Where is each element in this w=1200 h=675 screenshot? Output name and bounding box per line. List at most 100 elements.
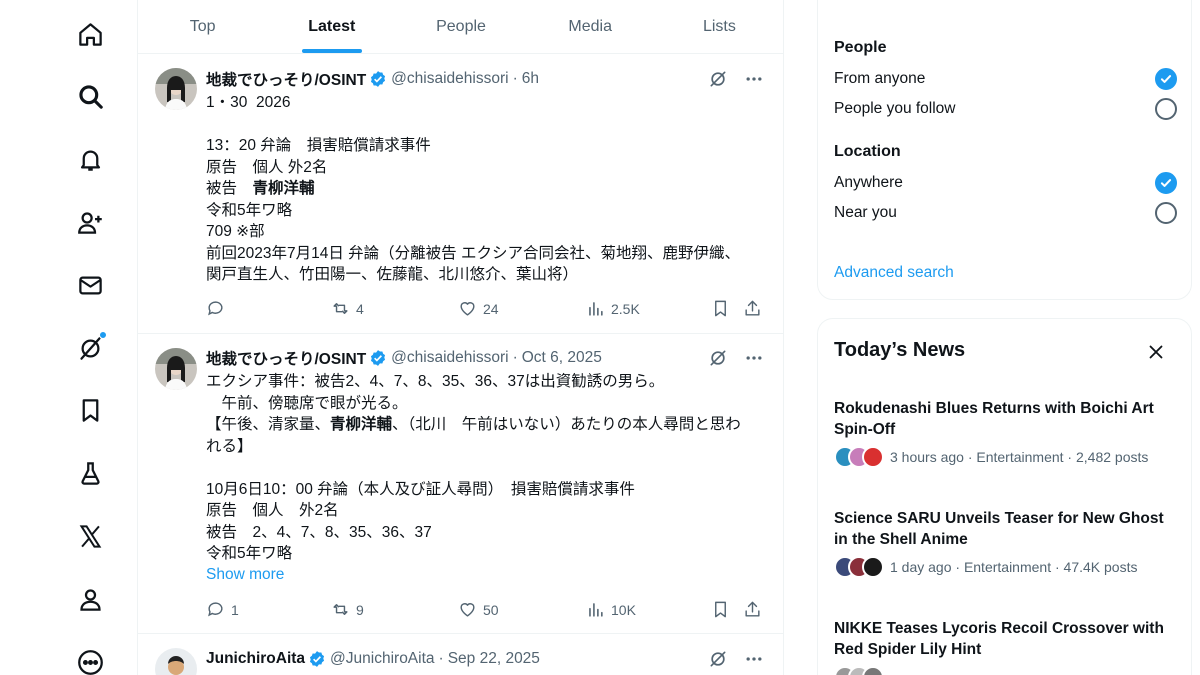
- more-dots-icon[interactable]: [744, 69, 764, 89]
- tab-media[interactable]: Media: [526, 0, 655, 53]
- more-dots-icon[interactable]: [744, 348, 764, 368]
- filter-near-you[interactable]: Near you: [834, 201, 1177, 225]
- post-line: 13：20 弁論 損害賠償請求事件: [206, 137, 431, 154]
- x-logo-icon[interactable]: [72, 518, 108, 554]
- verified-badge-icon: [371, 71, 386, 87]
- post-line: 1・30 2026: [206, 94, 291, 111]
- news-meta-text: 1 day ago · Entertainment · 47.4K posts: [890, 559, 1138, 575]
- location-filter-title: Location: [834, 143, 901, 160]
- radio-checked[interactable]: [1155, 172, 1177, 194]
- views-button[interactable]: 10K: [586, 600, 636, 619]
- more-options-circle-icon[interactable]: [72, 644, 108, 675]
- post-header: 地裁でひっそり/OSINT @chisaidehissori · Oct 6, …: [206, 347, 602, 369]
- post-line: 令和5年ワ略: [206, 201, 293, 219]
- news-headline: Rokudenashi Blues Returns with Boichi Ar…: [834, 400, 1154, 438]
- filter-from-anyone[interactable]: From anyone: [834, 67, 1177, 91]
- bookmark-button[interactable]: [711, 299, 730, 318]
- advanced-search-link[interactable]: Advanced search: [834, 264, 954, 282]
- radio-unchecked[interactable]: [1155, 98, 1177, 120]
- post[interactable]: 地裁でひっそり/OSINT @chisaidehissori · Oct 6, …: [138, 334, 783, 634]
- radio-checked[interactable]: [1155, 68, 1177, 90]
- author-name[interactable]: JunichiroAita: [206, 650, 305, 668]
- grok-explain-icon[interactable]: [708, 348, 728, 368]
- search-filters-card: People From anyone People you follow Loc…: [817, 0, 1192, 300]
- avatar[interactable]: [155, 348, 197, 390]
- post-line: エクシア事件：被告2、4、7、8、35、36、37は出資勧誘の男ら。: [206, 373, 665, 390]
- notifications-bell-icon[interactable]: [72, 141, 108, 177]
- tab-lists[interactable]: Lists: [655, 0, 783, 53]
- more-dots-icon[interactable]: [744, 649, 764, 669]
- tab-top[interactable]: Top: [138, 0, 267, 53]
- search-results-column: Top Latest People Media Lists 地裁でひっそり/OS…: [138, 0, 784, 675]
- repost-button[interactable]: 9: [331, 600, 364, 619]
- grok-icon[interactable]: [72, 330, 108, 366]
- author-name[interactable]: 地裁でひっそり/OSINT: [206, 347, 366, 369]
- news-item[interactable]: NIKKE Teases Lycoris Recoil Crossover wi…: [834, 618, 1179, 675]
- news-item[interactable]: Science SARU Unveils Teaser for New Ghos…: [834, 508, 1179, 578]
- share-button[interactable]: [743, 600, 762, 619]
- bookmark-button[interactable]: [711, 600, 730, 619]
- communities-add-person-icon[interactable]: [72, 204, 108, 240]
- news-item[interactable]: Rokudenashi Blues Returns with Boichi Ar…: [834, 398, 1179, 468]
- labs-flask-icon[interactable]: [72, 455, 108, 491]
- reply-button[interactable]: [206, 299, 231, 318]
- grok-explain-icon[interactable]: [708, 69, 728, 89]
- filter-people-you-follow[interactable]: People you follow: [834, 97, 1177, 121]
- left-nav: [0, 0, 138, 675]
- explore-search-icon[interactable]: [72, 78, 108, 114]
- news-meta: 3 hours ago · Entertainment · 2,482 post…: [834, 446, 1179, 468]
- tab-people[interactable]: People: [396, 0, 525, 53]
- radio-unchecked[interactable]: [1155, 202, 1177, 224]
- bookmarks-icon[interactable]: [72, 392, 108, 428]
- post-timestamp[interactable]: Sep 22, 2025: [448, 650, 540, 668]
- avatar[interactable]: [155, 648, 197, 675]
- view-count: 2.5K: [611, 300, 640, 317]
- author-handle[interactable]: @JunichiroAita: [330, 650, 434, 668]
- post-line: 原告 個人 外2名: [206, 502, 339, 519]
- separator-dot: ·: [512, 70, 518, 87]
- post-header: JunichiroAita @JunichiroAita · Sep 22, 2…: [206, 648, 540, 670]
- like-button[interactable]: 24: [458, 299, 499, 318]
- tab-media-label: Media: [568, 17, 612, 35]
- post-line: 関戸直生人、竹田陽一、佐藤龍、北川悠介、葉山将）: [206, 266, 579, 283]
- home-icon[interactable]: [72, 16, 108, 52]
- highlighted-name: 青柳洋輔: [330, 416, 393, 433]
- news-avatar: [862, 556, 884, 578]
- post-timestamp[interactable]: 6h: [522, 70, 539, 88]
- author-handle[interactable]: @chisaidehissori: [391, 349, 508, 367]
- post-line: ​: [206, 457, 771, 479]
- views-button[interactable]: 2.5K: [586, 299, 640, 318]
- author-handle[interactable]: @chisaidehissori: [391, 70, 508, 88]
- news-headline: NIKKE Teases Lycoris Recoil Crossover wi…: [834, 620, 1164, 658]
- news-title: Today’s News: [834, 339, 966, 361]
- filter-anywhere[interactable]: Anywhere: [834, 171, 1177, 195]
- news-headline: Science SARU Unveils Teaser for New Ghos…: [834, 510, 1164, 548]
- post[interactable]: JunichiroAita @JunichiroAita · Sep 22, 2…: [138, 634, 783, 675]
- checkmark-icon: [1160, 75, 1172, 83]
- tab-latest[interactable]: Latest: [267, 0, 396, 53]
- repost-button[interactable]: 4: [331, 299, 364, 318]
- like-count: 50: [483, 601, 499, 618]
- reply-button[interactable]: 1: [206, 600, 239, 619]
- news-avatar: [862, 666, 884, 675]
- post-top-actions: [708, 348, 764, 368]
- messages-envelope-icon[interactable]: [72, 267, 108, 303]
- like-count: 24: [483, 300, 499, 317]
- profile-person-icon[interactable]: [72, 581, 108, 617]
- checkmark-icon: [1160, 179, 1172, 187]
- author-name[interactable]: 地裁でひっそり/OSINT: [206, 68, 366, 90]
- news-avatar-stack: [834, 666, 884, 675]
- close-icon[interactable]: [1145, 341, 1167, 363]
- post-timestamp[interactable]: Oct 6, 2025: [522, 349, 602, 367]
- show-more-link[interactable]: Show more: [206, 566, 284, 584]
- search-tabs: Top Latest People Media Lists: [138, 0, 783, 54]
- news-meta: [834, 666, 1179, 675]
- post-text: エクシア事件：被告2、4、7、8、35、36、37は出資勧誘の男ら。 午前、傍聴…: [206, 371, 771, 565]
- like-button[interactable]: 50: [458, 600, 499, 619]
- share-button[interactable]: [743, 299, 762, 318]
- post[interactable]: 地裁でひっそり/OSINT @chisaidehissori · 6h 1・30…: [138, 54, 783, 334]
- reply-count: 1: [231, 601, 239, 618]
- avatar[interactable]: [155, 68, 197, 110]
- grok-explain-icon[interactable]: [708, 649, 728, 669]
- post-line: 原告 個人 外2名: [206, 158, 328, 176]
